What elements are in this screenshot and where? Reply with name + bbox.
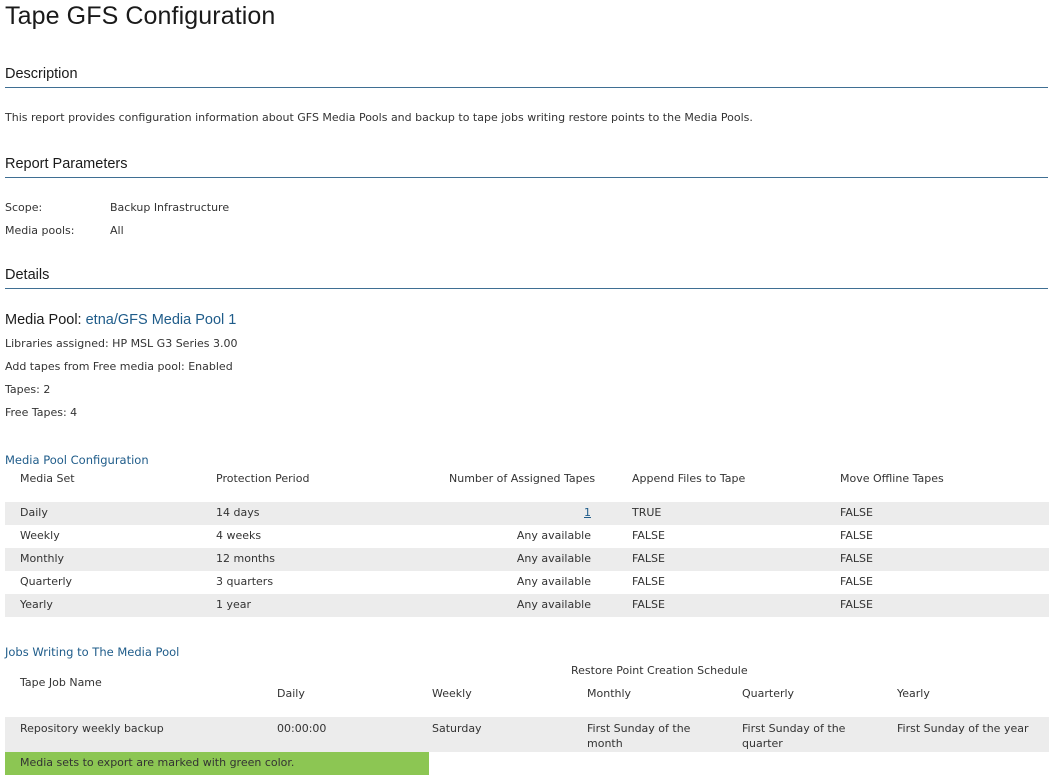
- move-offline-cell: FALSE: [840, 506, 873, 519]
- col-assigned-tapes: Number of Assigned Tapes: [449, 472, 596, 485]
- param-label-scope: Scope:: [5, 201, 43, 214]
- protection-period-cell: 1 year: [216, 598, 252, 611]
- param-value-media-pools: All: [110, 224, 124, 237]
- libraries-assigned: Libraries assigned: HP MSL G3 Series 3.0…: [5, 337, 238, 350]
- report-parameters-heading: Report Parameters: [5, 156, 1048, 178]
- col-quarterly: Quarterly: [742, 687, 795, 700]
- move-offline-cell: FALSE: [840, 598, 873, 611]
- append-files-cell: FALSE: [632, 552, 665, 565]
- job-name-cell: Repository weekly backup: [20, 722, 164, 735]
- move-offline-cell: FALSE: [840, 552, 873, 565]
- jobs-heading: Jobs Writing to The Media Pool: [5, 645, 180, 659]
- media-set-cell: Monthly: [20, 552, 65, 565]
- protection-period-cell: 12 months: [216, 552, 275, 565]
- daily-cell: 00:00:00: [277, 722, 327, 735]
- details-heading: Details: [5, 267, 1048, 289]
- media-set-cell: Yearly: [20, 598, 53, 611]
- description-heading: Description: [5, 66, 1048, 88]
- assigned-tapes-cell: Any available: [516, 598, 591, 611]
- table-row: Monthly 12 months Any available FALSE FA…: [5, 548, 1049, 571]
- media-set-cell: Daily: [20, 506, 48, 519]
- media-set-cell: Quarterly: [20, 575, 73, 588]
- move-offline-cell: FALSE: [840, 575, 873, 588]
- export-legend: Media sets to export are marked with gre…: [5, 752, 429, 775]
- col-tape-job-name: Tape Job Name: [20, 676, 102, 689]
- monthly-cell: First Sunday of the month: [587, 722, 691, 750]
- append-files-cell: FALSE: [632, 598, 665, 611]
- param-label-media-pools: Media pools:: [5, 224, 75, 237]
- col-yearly: Yearly: [897, 687, 930, 700]
- append-files-cell: TRUE: [632, 506, 662, 519]
- assigned-tapes-cell: Any available: [516, 575, 591, 588]
- table-row: Daily 14 days 1 TRUE FALSE: [5, 502, 1049, 525]
- param-value-scope: Backup Infrastructure: [110, 201, 230, 214]
- report-page: Tape GFS Configuration Description This …: [0, 0, 1054, 777]
- col-daily: Daily: [277, 687, 305, 700]
- media-pool-label: Media Pool:: [5, 312, 86, 328]
- col-media-set: Media Set: [20, 472, 75, 485]
- table-row: Yearly 1 year Any available FALSE FALSE: [5, 594, 1049, 617]
- col-append-files: Append Files to Tape: [632, 472, 746, 485]
- protection-period-cell: 4 weeks: [216, 529, 262, 542]
- assigned-tapes-cell: Any available: [516, 529, 591, 542]
- col-monthly: Monthly: [587, 687, 632, 700]
- append-files-cell: FALSE: [632, 529, 665, 542]
- assigned-tapes-link[interactable]: 1: [584, 506, 591, 520]
- protection-period-cell: 3 quarters: [216, 575, 274, 588]
- table-row: Quarterly 3 quarters Any available FALSE…: [5, 571, 1049, 594]
- report-title: Tape GFS Configuration: [5, 2, 276, 30]
- free-tapes-count: Free Tapes: 4: [5, 406, 78, 419]
- protection-period-cell: 14 days: [216, 506, 260, 519]
- restore-schedule-group-header: Restore Point Creation Schedule: [571, 664, 748, 677]
- media-pool-title: Media Pool: etna/GFS Media Pool 1: [5, 312, 236, 328]
- tapes-count: Tapes: 2: [5, 383, 51, 396]
- description-text: This report provides configuration infor…: [5, 111, 753, 124]
- add-tapes-setting: Add tapes from Free media pool: Enabled: [5, 360, 233, 373]
- yearly-cell: First Sunday of the year: [897, 722, 1029, 735]
- col-weekly: Weekly: [432, 687, 472, 700]
- table-row: Weekly 4 weeks Any available FALSE FALSE: [5, 525, 1049, 548]
- table-row: Repository weekly backup 00:00:00 Saturd…: [5, 717, 1049, 752]
- weekly-cell: Saturday: [432, 722, 482, 735]
- col-move-offline: Move Offline Tapes: [840, 472, 944, 485]
- assigned-tapes-cell: Any available: [516, 552, 591, 565]
- append-files-cell: FALSE: [632, 575, 665, 588]
- quarterly-cell: First Sunday of the quarter: [742, 722, 846, 750]
- move-offline-cell: FALSE: [840, 529, 873, 542]
- export-legend-text: Media sets to export are marked with gre…: [20, 756, 295, 769]
- media-pool-config-heading: Media Pool Configuration: [5, 453, 149, 467]
- media-set-cell: Weekly: [20, 529, 60, 542]
- media-pool-name: etna/GFS Media Pool 1: [85, 312, 237, 328]
- col-protection-period: Protection Period: [216, 472, 310, 485]
